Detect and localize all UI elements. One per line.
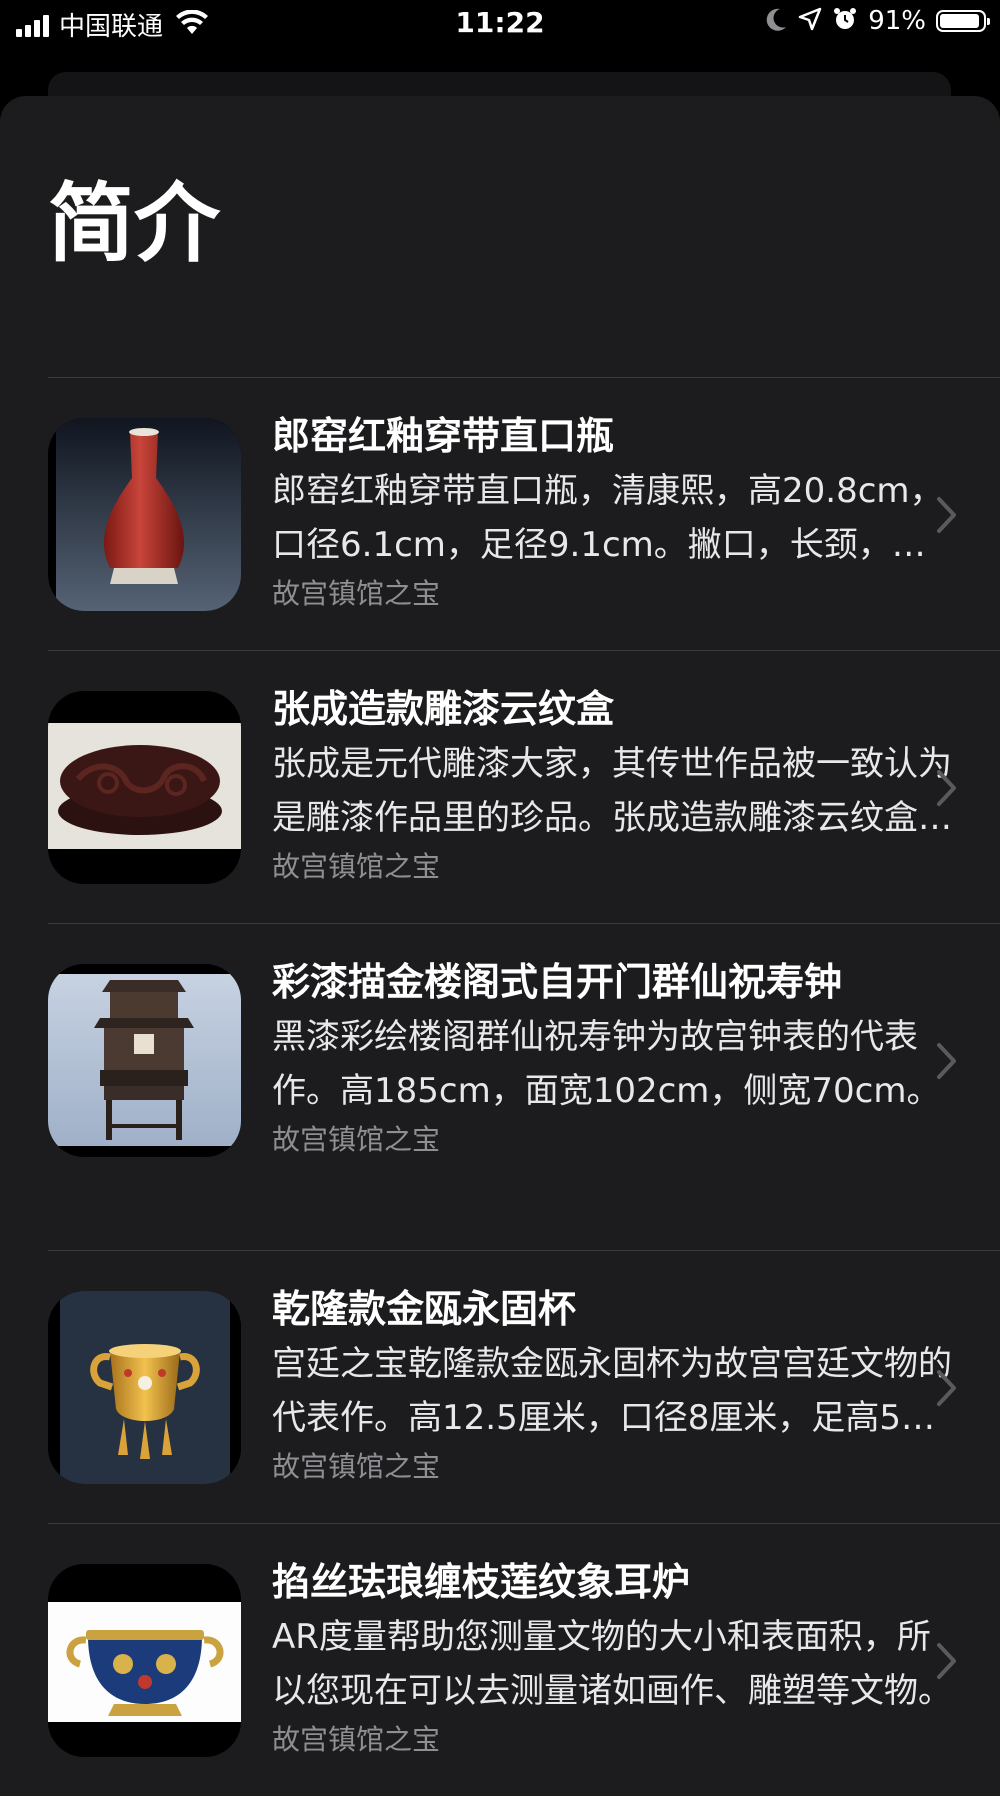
item-title: 郎窑红釉穿带直口瓶 xyxy=(272,414,615,458)
moon-icon xyxy=(766,7,788,35)
item-subtitle: 故宫镇馆之宝 xyxy=(272,850,441,883)
item-title: 掐丝珐琅缠枝莲纹象耳炉 xyxy=(272,1560,691,1604)
chevron-right-icon xyxy=(936,1042,958,1084)
chevron-right-icon xyxy=(936,1642,958,1684)
item-info: 彩漆描金楼阁式自开门群仙祝寿钟 黑漆彩绘楼阁群仙祝寿钟为故宫钟表的代表作。高18… xyxy=(272,956,952,1160)
item-info: 掐丝珐琅缠枝莲纹象耳炉 AR度量帮助您测量文物的大小和表面积，所以您现在可以去测… xyxy=(272,1556,952,1760)
status-bar: 中国联通 11:22 91% xyxy=(0,0,1000,50)
clock-thumbnail xyxy=(48,964,241,1157)
chevron-right-icon xyxy=(936,1369,958,1411)
item-description: 黑漆彩绘楼阁群仙祝寿钟为故宫钟表的代表作。高185cm，面宽102cm，侧宽70… xyxy=(272,1017,941,1111)
item-subtitle: 故宫镇馆之宝 xyxy=(272,1723,441,1756)
artifact-list: 郎窑红釉穿带直口瓶 郎窑红釉穿带直口瓶，清康熙，高20.8cm，口径6.1cm，… xyxy=(48,377,1000,1796)
item-title: 张成造款雕漆云纹盒 xyxy=(272,687,615,731)
list-item[interactable]: 彩漆描金楼阁式自开门群仙祝寿钟 黑漆彩绘楼阁群仙祝寿钟为故宫钟表的代表作。高18… xyxy=(48,923,1000,1250)
list-item[interactable]: 郎窑红釉穿带直口瓶 郎窑红釉穿带直口瓶，清康熙，高20.8cm，口径6.1cm，… xyxy=(48,377,1000,650)
battery-icon xyxy=(936,10,990,32)
item-info: 郎窑红釉穿带直口瓶 郎窑红釉穿带直口瓶，清康熙，高20.8cm，口径6.1cm，… xyxy=(272,410,952,614)
section-title: 简介 xyxy=(48,174,220,274)
vase-thumbnail xyxy=(48,418,241,611)
item-subtitle: 故宫镇馆之宝 xyxy=(272,577,441,610)
item-subtitle: 故宫镇馆之宝 xyxy=(272,1450,441,1483)
item-description: 宫廷之宝乾隆款金瓯永固杯为故宫宫廷文物的代表作。高12.5厘米，口径8厘米，足高… xyxy=(272,1344,952,1438)
item-title: 乾隆款金瓯永固杯 xyxy=(272,1287,577,1331)
battery-percent: 91% xyxy=(868,6,926,36)
status-right: 91% xyxy=(766,6,990,36)
chevron-right-icon xyxy=(936,769,958,811)
list-item[interactable]: 张成造款雕漆云纹盒 张成是元代雕漆大家，其传世作品被一致认为是雕漆作品里的珍品。… xyxy=(48,650,1000,923)
list-item[interactable]: 乾隆款金瓯永固杯 宫廷之宝乾隆款金瓯永固杯为故宫宫廷文物的代表作。高12.5厘米… xyxy=(48,1250,1000,1523)
item-subtitle: 故宫镇馆之宝 xyxy=(272,1123,441,1156)
item-title: 彩漆描金楼阁式自开门群仙祝寿钟 xyxy=(272,960,843,1004)
item-description: 张成是元代雕漆大家，其传世作品被一致认为是雕漆作品里的珍品。张成造款雕漆云纹盒为… xyxy=(272,744,952,838)
chevron-right-icon xyxy=(936,496,958,538)
location-icon xyxy=(798,7,822,35)
cloisonne-censer-thumbnail xyxy=(48,1564,241,1757)
item-info: 乾隆款金瓯永固杯 宫廷之宝乾隆款金瓯永固杯为故宫宫廷文物的代表作。高12.5厘米… xyxy=(272,1283,952,1487)
gold-cup-thumbnail xyxy=(48,1291,241,1484)
list-item[interactable]: 掐丝珐琅缠枝莲纹象耳炉 AR度量帮助您测量文物的大小和表面积，所以您现在可以去测… xyxy=(48,1523,1000,1796)
item-description: AR度量帮助您测量文物的大小和表面积，所以您现在可以去测量诸如画作、雕塑等文物。 xyxy=(272,1617,952,1711)
lacquer-box-thumbnail xyxy=(48,691,241,884)
item-info: 张成造款雕漆云纹盒 张成是元代雕漆大家，其传世作品被一致认为是雕漆作品里的珍品。… xyxy=(272,683,952,887)
item-description: 郎窑红釉穿带直口瓶，清康熙，高20.8cm，口径6.1cm，足径9.1cm。撇口… xyxy=(272,471,944,565)
alarm-icon xyxy=(832,6,858,36)
